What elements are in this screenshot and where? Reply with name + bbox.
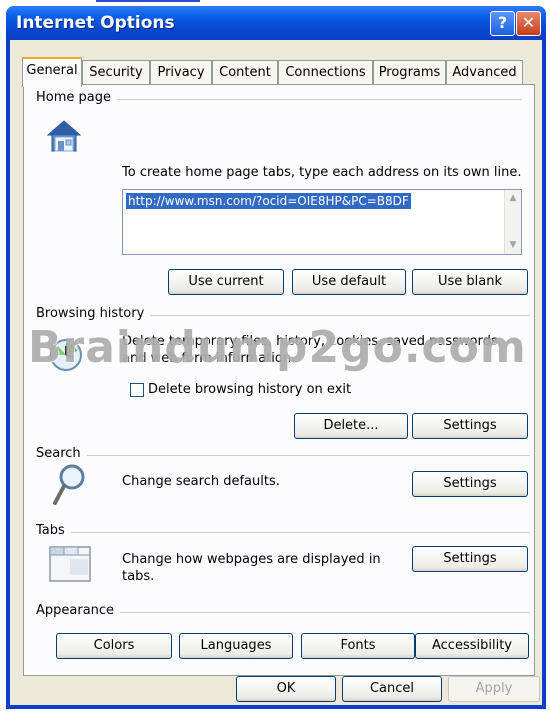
tab-privacy[interactable]: Privacy [150, 60, 212, 85]
title-bar[interactable]: Internet Options ? ✕ [6, 6, 546, 40]
delete-on-exit-label: Delete browsing history on exit [148, 382, 352, 397]
tabbed-window-icon [48, 543, 92, 587]
search-divider [36, 455, 530, 456]
partial-link-underline[interactable] [96, 0, 200, 2]
appearance-group-label: Appearance [36, 603, 121, 618]
window-title: Internet Options [16, 13, 175, 33]
close-button[interactable]: ✕ [516, 11, 541, 36]
tabs-settings-button[interactable]: Settings [412, 546, 528, 572]
help-button[interactable]: ? [490, 11, 515, 36]
tab-content[interactable]: Content [212, 60, 278, 85]
tab-programs[interactable]: Programs [373, 60, 446, 85]
ok-button[interactable]: OK [236, 676, 336, 702]
house-icon [46, 119, 82, 157]
tabs-divider [36, 532, 530, 533]
home-page-url-textarea[interactable]: http://www.msn.com/?ocid=OIE8HP&PC=B8DF … [122, 189, 522, 255]
apply-button[interactable]: Apply [448, 676, 540, 702]
history-settings-button[interactable]: Settings [412, 413, 528, 439]
tabs-description-line1: Change how webpages are displayed in [122, 552, 381, 567]
scroll-up-arrow-icon[interactable]: ▲ [506, 191, 520, 205]
use-default-button[interactable]: Use default [292, 269, 406, 295]
home-page-url-value: http://www.msn.com/?ocid=OIE8HP&PC=B8DF [126, 193, 411, 209]
tabs-description-line2: tabs. [122, 569, 155, 584]
cancel-button[interactable]: Cancel [342, 676, 442, 702]
browsing-history-group-label: Browsing history [36, 306, 151, 321]
colors-button[interactable]: Colors [56, 633, 172, 659]
url-scrollbar[interactable]: ▲ ▼ [504, 190, 521, 254]
tab-connections[interactable]: Connections [278, 60, 373, 85]
tabs-group-label: Tabs [36, 523, 71, 538]
watermark-text: Braindump2go.com [28, 322, 527, 373]
delete-on-exit-checkbox[interactable] [130, 383, 144, 397]
search-settings-button[interactable]: Settings [412, 471, 528, 497]
languages-button[interactable]: Languages [179, 633, 293, 659]
use-current-button[interactable]: Use current [168, 269, 284, 295]
magnifier-icon [52, 463, 86, 511]
tab-general[interactable]: General [22, 57, 82, 87]
search-group-label: Search [36, 446, 87, 461]
tab-security[interactable]: Security [82, 60, 150, 85]
scroll-down-arrow-icon[interactable]: ▼ [506, 238, 520, 252]
use-blank-button[interactable]: Use blank [412, 269, 528, 295]
delete-button[interactable]: Delete... [294, 413, 408, 439]
tab-advanced[interactable]: Advanced [446, 60, 523, 85]
home-page-group-label: Home page [36, 90, 117, 105]
accessibility-button[interactable]: Accessibility [415, 633, 529, 659]
home-page-instruction: To create home page tabs, type each addr… [122, 165, 522, 180]
search-description: Change search defaults. [122, 474, 280, 489]
fonts-button[interactable]: Fonts [301, 633, 415, 659]
general-tab-panel: Home page To create home page tabs, type… [23, 84, 535, 676]
